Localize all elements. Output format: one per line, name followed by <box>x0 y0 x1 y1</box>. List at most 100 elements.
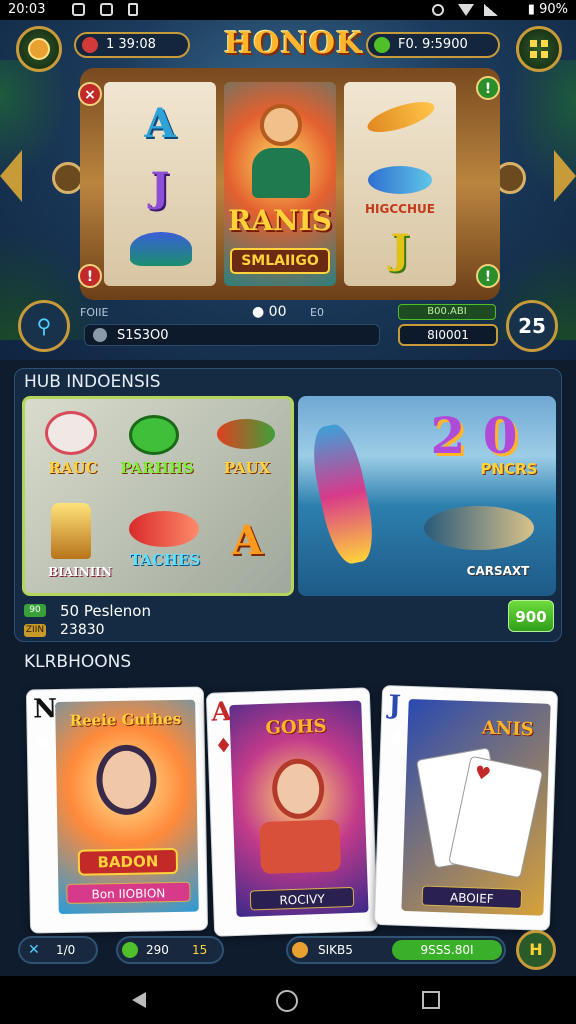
info-green-bottom-icon[interactable]: ! <box>476 264 500 288</box>
center-value: ● 00 <box>252 304 287 320</box>
home-icon[interactable] <box>276 990 298 1012</box>
reel-1: A J <box>104 82 216 286</box>
spade-icon: ♠ <box>33 730 52 755</box>
reel3-bluefish-symbol <box>368 166 432 194</box>
square-h-icon: H <box>529 940 543 959</box>
grid-icon <box>530 40 548 58</box>
row2-text: 23830 <box>60 622 105 638</box>
gallery-icon <box>100 3 113 16</box>
trophy-icon <box>51 503 91 559</box>
reel1-symbol-a: A <box>144 100 176 147</box>
next-arrow-icon[interactable] <box>554 150 576 202</box>
back-icon[interactable] <box>132 992 146 1008</box>
card1-header: Reeie Guthes <box>69 709 182 730</box>
prev-arrow-icon[interactable] <box>0 150 22 202</box>
card2-portrait <box>271 757 326 820</box>
row1-text: 50 Peslenon <box>60 602 151 620</box>
card3-art: ANIS ♥ ABOIEF <box>401 698 551 916</box>
right-label-top: PNCRS <box>480 460 538 478</box>
card-3[interactable]: J ♣ ANIS ♥ ABOIEF <box>373 685 559 931</box>
mask-icon <box>45 411 97 455</box>
big-number: 2 0 <box>430 406 518 465</box>
gold-coin-icon <box>292 942 308 958</box>
right-circle-button[interactable]: 25 <box>506 300 558 352</box>
hub-item-2: PARHHS <box>120 459 194 477</box>
letter-a-icon: A <box>231 517 263 564</box>
card2-caption: ROCIVY <box>249 886 355 911</box>
battery-text: ▮ 90% <box>527 2 568 17</box>
wifi-icon <box>458 4 474 16</box>
phone-icon <box>128 3 138 16</box>
status-bar: 20:03 ▮ 90% <box>0 0 576 20</box>
card2-header: GOHS <box>265 715 327 739</box>
card2-art: GOHS ROCIVY <box>229 700 369 917</box>
reel1-symbol-j: J <box>150 164 170 211</box>
cards-section-title: KLRBHOONS <box>24 652 132 672</box>
balance-left-pill[interactable]: 1 39:08 <box>74 32 190 58</box>
bottom-left-pill[interactable]: ✕ 1/0 <box>18 936 98 964</box>
reel-2: RANIS SMLAIIGO <box>224 82 336 286</box>
reel2-title: RANIS <box>228 204 332 237</box>
heart-icon: ♥ <box>472 761 493 786</box>
status-time: 20:03 <box>8 2 46 17</box>
card-2[interactable]: A ♦ GOHS ROCIVY <box>205 687 379 937</box>
game-logo: HONOK <box>224 26 364 61</box>
profile-button[interactable] <box>16 26 62 72</box>
dragon-icon <box>129 415 179 455</box>
row2-tag: ZIIN <box>24 624 46 637</box>
balance-left-value: 1 39:08 <box>106 37 156 52</box>
location-icon <box>432 4 444 16</box>
signal-icon <box>484 4 498 16</box>
card3-header: ANIS <box>481 717 535 741</box>
bet-bar[interactable]: S1S3O0 <box>84 324 380 346</box>
bottom-mid1-pill[interactable]: 290 15 <box>116 936 224 964</box>
hub-action-button[interactable]: 900 <box>508 600 554 632</box>
settings-button[interactable]: ⚲ <box>18 300 70 352</box>
card3-rank: J <box>388 690 402 721</box>
right-top-badge: B00.ABI <box>398 304 496 320</box>
card1-art: Reeie Guthes BADON Bon IIOBION <box>55 699 199 915</box>
hub-left-panel[interactable]: RAUC PARHHS PAUX BIAINIIN TACHES A <box>22 396 294 596</box>
card1-banner: BADON <box>77 847 179 876</box>
notification-icon <box>72 3 85 16</box>
center-tag: E0 <box>310 306 324 319</box>
bet-value: S1S3O0 <box>117 328 169 343</box>
character-body <box>252 148 310 198</box>
gem-green-icon <box>122 942 138 958</box>
menu-grid-button[interactable] <box>516 26 562 72</box>
right-bottom-value[interactable]: 8I0001 <box>398 324 498 346</box>
coin-icon <box>28 38 50 60</box>
system-nav-bar <box>0 976 576 1024</box>
close-icon[interactable]: × <box>78 82 102 106</box>
reel3-fish-symbol <box>364 95 438 139</box>
hub-title: HUB INDOENSIS <box>24 372 161 392</box>
row1-tag: 90 <box>24 604 46 617</box>
right-label-bottom: CARSAXT <box>466 564 530 578</box>
balance-right-pill[interactable]: F0. 9:5900 <box>366 32 500 58</box>
reel3-symbol-j: J <box>390 226 410 273</box>
reel-frame: A J RANIS SMLAIIGO HIGCCHUE J <box>80 68 500 300</box>
recents-icon[interactable] <box>422 991 440 1009</box>
tuna-icon <box>424 506 534 550</box>
rainbow-fish-icon <box>305 420 381 568</box>
hub-right-panel[interactable]: 2 0 PNCRS CARSAXT <box>298 396 556 596</box>
reel2-subtitle: SMLAIIGO <box>230 248 330 274</box>
card3-caption: ABOIEF <box>421 885 523 909</box>
center-value-text: 00 <box>268 304 287 320</box>
balance-right-value: F0. 9:5900 <box>398 37 468 52</box>
card-1[interactable]: N ♠ Reeie Guthes BADON Bon IIOBION <box>25 686 209 934</box>
app-root: 20:03 ▮ 90% 1 39:08 HONOK F0. 9:5900 A J <box>0 0 576 1024</box>
bottom-right-button[interactable]: H <box>516 930 556 970</box>
bottom-left-value: 1/0 <box>56 943 76 957</box>
hub-item-5: TACHES <box>129 551 201 569</box>
check-shield-icon <box>374 37 390 53</box>
character-face <box>260 104 302 146</box>
tools-icon: ✕ <box>28 942 40 958</box>
info-red-icon[interactable]: ! <box>78 264 102 288</box>
card1-portrait <box>95 744 158 816</box>
bottom-mid1-tag: 15 <box>192 943 208 957</box>
card2-body <box>259 819 342 875</box>
info-green-top-icon[interactable]: ! <box>476 76 500 100</box>
bottom-mid2-right: 9SSS.80I <box>392 940 502 960</box>
bottom-mid2-pill[interactable]: SIKB5 9SSS.80I <box>286 936 506 964</box>
